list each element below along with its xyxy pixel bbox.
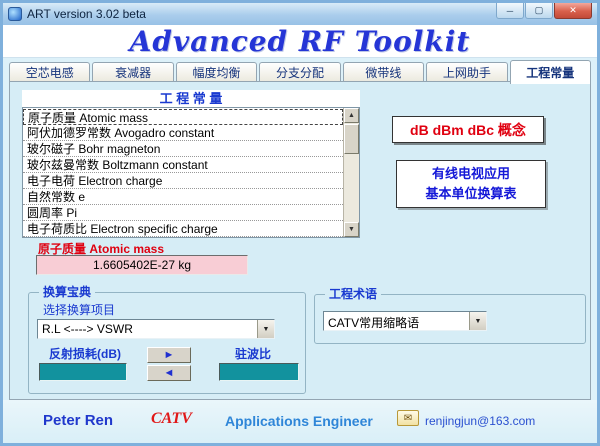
- terms-dropdown-value: CATV常用缩略语: [324, 312, 469, 330]
- arrow-right-icon: ►: [164, 350, 175, 361]
- constants-list: 原子质量 Atomic mass 阿伏加德罗常数 Avogadro consta…: [23, 108, 343, 237]
- db-concept-button[interactable]: dB dBm dBc 概念: [392, 116, 544, 143]
- conversion-groupbox: 换算宝典 选择换算项目 R.L <----> VSWR ▼ 反射损耗(dB) 驻…: [28, 292, 306, 394]
- list-item[interactable]: 自然常数 e: [23, 189, 343, 205]
- list-item[interactable]: 玻尔磁子 Bohr magneton: [23, 141, 343, 157]
- list-item[interactable]: 玻尔兹曼常数 Boltzmann constant: [23, 157, 343, 173]
- app-header: Advanced RF Toolkit: [3, 25, 597, 58]
- scroll-down-icon[interactable]: ▼: [344, 222, 359, 237]
- catv-table-line2: 基本单位换算表: [397, 184, 545, 204]
- chevron-down-icon[interactable]: ▼: [257, 320, 274, 338]
- window-title: ART version 3.02 beta: [27, 7, 146, 21]
- convert-right-button[interactable]: ►: [147, 347, 191, 363]
- minimize-button[interactable]: ─: [496, 3, 524, 19]
- tab-microstrip[interactable]: 微带线: [343, 62, 424, 81]
- catv-brand: CATV: [151, 410, 192, 428]
- vswr-input[interactable]: [219, 363, 299, 381]
- window-controls: ─ ▢ ✕: [496, 3, 592, 25]
- return-loss-label: 反射损耗(dB): [49, 345, 121, 362]
- list-item[interactable]: 圆周率 Pi: [23, 205, 343, 221]
- footer: Peter Ren CATV Applications Engineer ✉ r…: [3, 400, 597, 443]
- scrollbar-thumb[interactable]: [344, 124, 359, 154]
- tab-internet-helper[interactable]: 上网助手: [426, 62, 507, 81]
- close-button[interactable]: ✕: [554, 3, 592, 19]
- catv-table-line1: 有线电视应用: [397, 164, 545, 184]
- conversion-dropdown[interactable]: R.L <----> VSWR ▼: [37, 319, 275, 339]
- convert-left-button[interactable]: ◄: [147, 365, 191, 381]
- tab-amplitude-equalizer[interactable]: 幅度均衡: [176, 62, 257, 81]
- email-icon[interactable]: ✉: [397, 410, 419, 426]
- title-bar[interactable]: ART version 3.02 beta ─ ▢ ✕: [3, 3, 597, 25]
- constant-value-field[interactable]: 1.6605402E-27 kg: [36, 255, 248, 275]
- maximize-button[interactable]: ▢: [525, 3, 553, 19]
- list-item[interactable]: 原子质量 Atomic mass: [23, 109, 343, 125]
- author-name: Peter Ren: [43, 412, 113, 429]
- list-scrollbar[interactable]: ▲ ▼: [343, 108, 359, 237]
- tab-bar: 空芯电感 衰减器 幅度均衡 分支分配 微带线 上网助手 工程常量: [9, 60, 591, 81]
- arrow-left-icon: ◄: [164, 368, 175, 379]
- list-item[interactable]: 电子电荷 Electron charge: [23, 173, 343, 189]
- constants-listbox: 原子质量 Atomic mass 阿伏加德罗常数 Avogadro consta…: [22, 107, 360, 238]
- app-window: ART version 3.02 beta ─ ▢ ✕ Advanced RF …: [0, 0, 600, 446]
- scrollbar-track[interactable]: [344, 154, 359, 222]
- terms-groupbox: 工程术语 CATV常用缩略语 ▼: [314, 294, 586, 344]
- return-loss-input[interactable]: [39, 363, 127, 381]
- list-item[interactable]: 电子荷质比 Electron specific charge: [23, 221, 343, 237]
- tab-engineering-constants[interactable]: 工程常量: [510, 60, 591, 84]
- chevron-down-icon[interactable]: ▼: [469, 312, 486, 330]
- list-item[interactable]: 阿伏加德罗常数 Avogadro constant: [23, 125, 343, 141]
- tab-splitter[interactable]: 分支分配: [259, 62, 340, 81]
- author-role: Applications Engineer: [225, 413, 373, 429]
- app-title: Advanced RF Toolkit: [130, 25, 471, 58]
- conversion-dropdown-value: R.L <----> VSWR: [38, 320, 257, 338]
- constants-heading: 工 程 常 量: [22, 90, 360, 107]
- terms-dropdown[interactable]: CATV常用缩略语 ▼: [323, 311, 487, 331]
- terms-group-title: 工程术语: [325, 287, 381, 301]
- conversion-select-label: 选择换算项目: [43, 301, 115, 318]
- scroll-up-icon[interactable]: ▲: [344, 108, 359, 123]
- conversion-group-title: 换算宝典: [39, 285, 95, 299]
- engineering-constants-panel: 工 程 常 量 原子质量 Atomic mass 阿伏加德罗常数 Avogadr…: [9, 81, 591, 400]
- tab-attenuator[interactable]: 衰减器: [92, 62, 173, 81]
- author-email[interactable]: renjingjun@163.com: [425, 414, 535, 428]
- catv-unit-table-button[interactable]: 有线电视应用 基本单位换算表: [396, 160, 546, 208]
- tab-air-core-inductor[interactable]: 空芯电感: [9, 62, 90, 81]
- app-icon: [8, 7, 22, 21]
- vswr-label: 驻波比: [235, 345, 271, 362]
